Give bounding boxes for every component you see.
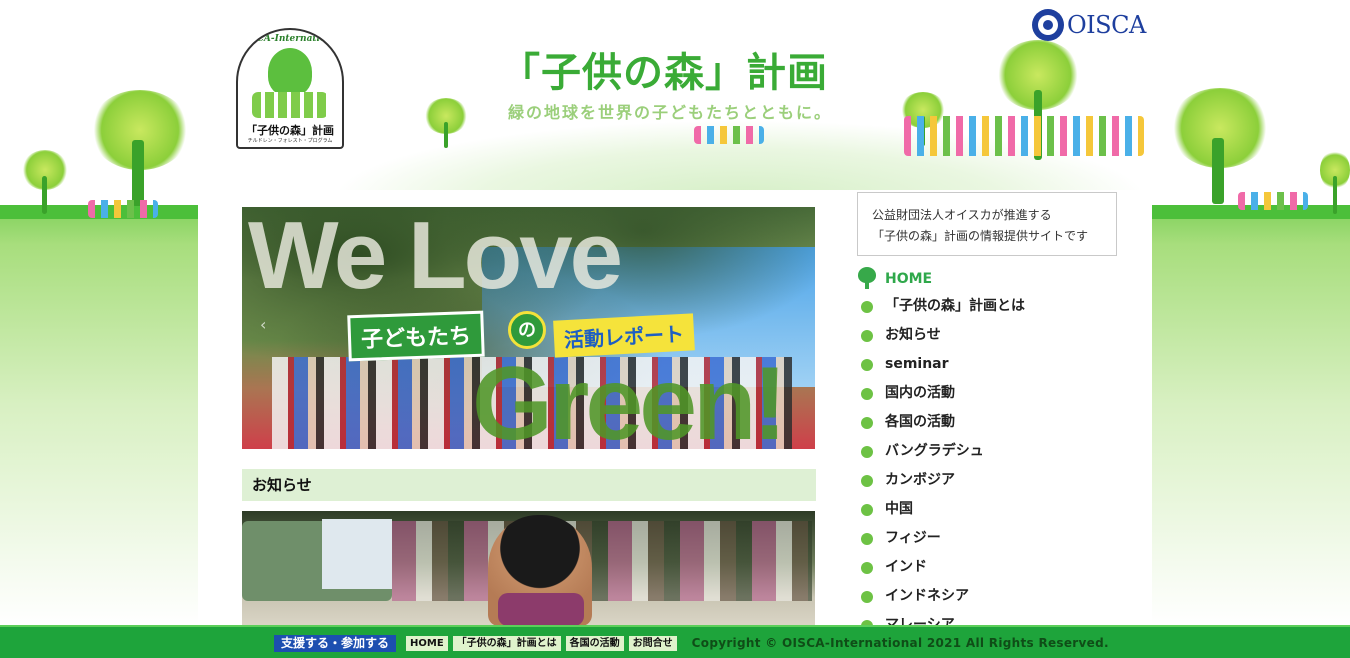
sidebar-item-fiji[interactable]: フィジー bbox=[858, 524, 1138, 553]
page-title: 「子供の森」計画 bbox=[500, 50, 828, 96]
footer-bar: 支援する・参加する HOME 「子供の森」計画とは 各国の活動 お問合せ Cop… bbox=[274, 634, 1109, 652]
logo-name: 「子供の森」計画 bbox=[246, 124, 334, 137]
sidebar-item-cambodia[interactable]: カンボジア bbox=[858, 466, 1138, 495]
intro-line-1: 公益財団法人オイスカが推進する bbox=[872, 208, 1052, 222]
sidebar-item-india[interactable]: インド bbox=[858, 553, 1138, 582]
right-landscape-bg bbox=[1152, 205, 1350, 658]
sidebar-item-home[interactable]: HOME bbox=[858, 266, 1138, 292]
notice-photo[interactable] bbox=[242, 511, 815, 626]
site-logo[interactable]: OISCA-International 「子供の森」計画 チルドレン・フォレスト… bbox=[236, 28, 344, 149]
bullet-dot-icon bbox=[861, 330, 873, 342]
hero-slider[interactable]: We Love Green! 子どもたち の 活動レポート ‹ bbox=[242, 207, 815, 449]
sidebar-item-label: 各国の活動 bbox=[885, 414, 955, 430]
sidebar-item-label: 国内の活動 bbox=[885, 385, 955, 401]
intro-line-2: 「子供の森」計画の情報提供サイトです bbox=[872, 229, 1089, 243]
main-content: We Love Green! 子どもたち の 活動レポート ‹ お知らせ 公益財… bbox=[198, 190, 1152, 633]
left-landscape-bg bbox=[0, 205, 198, 658]
sidebar-item-news[interactable]: お知らせ bbox=[858, 321, 1138, 350]
sidebar-item-bangladesh[interactable]: バングラデシュ bbox=[858, 437, 1138, 466]
kids-logo-icon bbox=[252, 92, 328, 118]
sidebar-item-label: インド bbox=[885, 559, 927, 575]
copyright-text: Copyright © OISCA-International 2021 All… bbox=[691, 636, 1109, 650]
sidebar-item-label: インドネシア bbox=[885, 588, 969, 604]
sidebar-nav: HOME 「子供の森」計画とは お知らせ seminar 国内の活動 各国の活動… bbox=[858, 266, 1138, 640]
small-tree-decoration-icon bbox=[1320, 150, 1350, 216]
sidebar-item-label: お知らせ bbox=[885, 327, 941, 343]
tree-home-icon bbox=[858, 267, 876, 289]
site-header: OISCA-International 「子供の森」計画 チルドレン・フォレスト… bbox=[0, 0, 1350, 218]
sidebar-item-label: 「子供の森」計画とは bbox=[885, 298, 1025, 314]
logo-arc-text: OISCA-International bbox=[238, 34, 342, 44]
footer-link-countries[interactable]: 各国の活動 bbox=[565, 635, 624, 651]
sidebar-item-label: HOME bbox=[885, 271, 933, 287]
site-intro-box: 公益財団法人オイスカが推進する 「子供の森」計画の情報提供サイトです bbox=[857, 192, 1117, 256]
hero-chip-no: の bbox=[508, 311, 546, 349]
children-illustration bbox=[904, 116, 1144, 156]
sidebar-item-label: 中国 bbox=[885, 501, 913, 517]
oisca-logo[interactable]: OISCA bbox=[1032, 8, 1146, 42]
bullet-dot-icon bbox=[861, 359, 873, 371]
bullet-dot-icon bbox=[861, 301, 873, 313]
tree-decoration-icon bbox=[1160, 88, 1280, 208]
hero-chip-children: 子どもたち bbox=[347, 310, 485, 362]
photo-child-mask bbox=[498, 593, 584, 626]
oisca-logo-text: OISCA bbox=[1067, 11, 1146, 39]
children-illustration bbox=[1238, 192, 1308, 210]
sidebar-item-label: フィジー bbox=[885, 530, 941, 546]
sidebar-item-label: カンボジア bbox=[885, 472, 955, 488]
bullet-dot-icon bbox=[861, 475, 873, 487]
footer-link-home[interactable]: HOME bbox=[406, 635, 448, 651]
tagline: 緑の地球を世界の子どもたちとともに。 bbox=[508, 103, 833, 122]
sidebar-item-china[interactable]: 中国 bbox=[858, 495, 1138, 524]
bullet-dot-icon bbox=[861, 591, 873, 603]
children-illustration bbox=[88, 200, 158, 218]
footer-link-contact[interactable]: お問合せ bbox=[628, 635, 677, 651]
small-tree-decoration-icon bbox=[22, 150, 68, 216]
prev-arrow-icon[interactable]: ‹ bbox=[260, 315, 266, 334]
photo-people bbox=[392, 521, 812, 601]
footer-link-about[interactable]: 「子供の森」計画とは bbox=[452, 635, 561, 651]
tree-decoration-icon bbox=[80, 90, 200, 210]
hero-chip-report: 活動レポート bbox=[553, 313, 695, 358]
support-button[interactable]: 支援する・参加する bbox=[274, 634, 397, 652]
hero-headline-bottom: Green! bbox=[472, 346, 787, 449]
sidebar-item-indonesia[interactable]: インドネシア bbox=[858, 582, 1138, 611]
sidebar-item-countries[interactable]: 各国の活動 bbox=[858, 408, 1138, 437]
bullet-dot-icon bbox=[861, 562, 873, 574]
bullet-dot-icon bbox=[861, 417, 873, 429]
sidebar-item-label: seminar bbox=[885, 356, 949, 372]
oisca-logo-icon bbox=[1032, 9, 1064, 41]
bullet-dot-icon bbox=[861, 446, 873, 458]
site-footer: 支援する・参加する HOME 「子供の森」計画とは 各国の活動 お問合せ Cop… bbox=[0, 625, 1350, 658]
hero-headline-top: We Love bbox=[248, 207, 623, 309]
photo-poster bbox=[322, 519, 392, 589]
bullet-dot-icon bbox=[861, 504, 873, 516]
notice-heading: お知らせ bbox=[242, 469, 816, 501]
sidebar-item-domestic[interactable]: 国内の活動 bbox=[858, 379, 1138, 408]
children-illustration bbox=[694, 126, 764, 144]
bullet-dot-icon bbox=[861, 388, 873, 400]
sidebar-item-label: バングラデシュ bbox=[885, 443, 984, 459]
sidebar-item-about[interactable]: 「子供の森」計画とは bbox=[858, 292, 1138, 321]
sidebar-item-seminar[interactable]: seminar bbox=[858, 350, 1138, 379]
logo-subtitle: チルドレン・フォレスト・プログラム bbox=[247, 138, 333, 144]
tree-logo-icon bbox=[268, 48, 312, 96]
bullet-dot-icon bbox=[861, 533, 873, 545]
small-tree-decoration-icon bbox=[424, 98, 468, 148]
